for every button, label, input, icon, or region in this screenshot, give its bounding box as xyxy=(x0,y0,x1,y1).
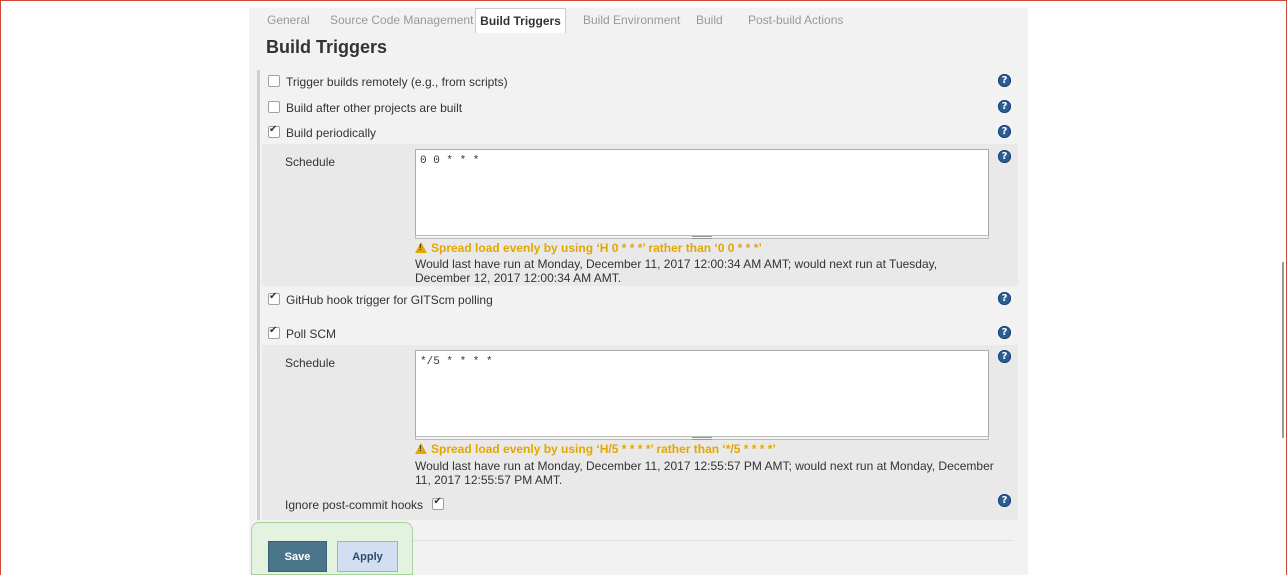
config-panel: General Source Code Management Build Tri… xyxy=(249,8,1028,575)
github-hook-checkbox[interactable] xyxy=(268,291,280,305)
poll-scm-label: Poll SCM xyxy=(286,327,337,341)
ignore-post-commit-checkbox[interactable] xyxy=(432,496,445,510)
github-hook-row: GitHub hook trigger for GITScm polling xyxy=(268,291,493,307)
poll-scm-run-info: Would last have run at Monday, December … xyxy=(415,459,994,487)
help-icon[interactable]: ? xyxy=(998,100,1011,113)
periodic-schedule-label: Schedule xyxy=(285,155,336,169)
help-icon[interactable]: ? xyxy=(998,326,1011,339)
build-periodically-checkbox[interactable] xyxy=(268,124,280,138)
section-title: Build Triggers xyxy=(266,37,388,57)
apply-button[interactable]: Apply xyxy=(337,541,398,572)
poll-scm-row: Poll SCM xyxy=(268,325,337,341)
save-button[interactable]: Save xyxy=(268,541,327,572)
periodic-warning-text: Spread load evenly by using ‘H 0 * * *’ … xyxy=(431,241,762,255)
trigger-remote-checkbox[interactable] xyxy=(268,75,280,87)
trigger-remote-row: Trigger builds remotely (e.g., from scri… xyxy=(268,75,508,89)
poll-scm-warning-text: Spread load evenly by using ‘H/5 * * * *… xyxy=(431,442,776,456)
help-icon[interactable]: ? xyxy=(998,125,1011,138)
tab-build-triggers[interactable]: Build Triggers xyxy=(475,8,566,33)
build-periodically-label: Build periodically xyxy=(286,126,377,140)
periodic-schedule-input[interactable]: 0 0 * * * xyxy=(415,149,989,237)
section-guide-line xyxy=(257,70,260,520)
trigger-remote-label: Trigger builds remotely (e.g., from scri… xyxy=(286,75,508,89)
poll-scm-schedule-label: Schedule xyxy=(285,356,336,370)
tab-bar: General Source Code Management Build Tri… xyxy=(249,8,1028,33)
tab-build[interactable]: Build xyxy=(686,8,733,33)
build-periodically-row: Build periodically xyxy=(268,124,377,140)
help-icon[interactable]: ? xyxy=(998,494,1011,507)
help-icon[interactable]: ? xyxy=(998,74,1011,87)
periodic-warning: Spread load evenly by using ‘H 0 * * *’ … xyxy=(415,241,762,255)
periodic-run-info: Would last have run at Monday, December … xyxy=(415,257,938,285)
build-after-row: Build after other projects are built xyxy=(268,101,462,115)
page-scrollbar[interactable] xyxy=(1282,262,1284,438)
poll-scm-warning: Spread load evenly by using ‘H/5 * * * *… xyxy=(415,442,776,456)
tab-general[interactable]: General xyxy=(257,8,320,33)
tab-post-build-actions[interactable]: Post-build Actions xyxy=(738,8,853,33)
poll-scm-schedule-input[interactable]: */5 * * * * xyxy=(415,350,989,438)
build-after-label: Build after other projects are built xyxy=(286,101,463,115)
tab-build-environment[interactable]: Build Environment xyxy=(573,8,690,33)
ignore-post-commit-label: Ignore post-commit hooks xyxy=(285,498,424,512)
help-icon[interactable]: ? xyxy=(998,292,1011,305)
build-after-checkbox[interactable] xyxy=(268,101,280,113)
poll-scm-checkbox[interactable] xyxy=(268,325,280,339)
help-icon[interactable]: ? xyxy=(998,150,1011,163)
poll-scm-schedule-resize-grip[interactable] xyxy=(415,436,989,440)
periodic-schedule-resize-grip[interactable] xyxy=(415,235,989,239)
github-hook-label: GitHub hook trigger for GITScm polling xyxy=(286,293,493,307)
tab-source-code-management[interactable]: Source Code Management xyxy=(320,8,483,33)
help-icon[interactable]: ? xyxy=(998,350,1011,363)
ignore-post-commit-row: Ignore post-commit hooks xyxy=(285,496,450,512)
warning-icon xyxy=(415,443,427,454)
warning-icon xyxy=(415,242,427,253)
